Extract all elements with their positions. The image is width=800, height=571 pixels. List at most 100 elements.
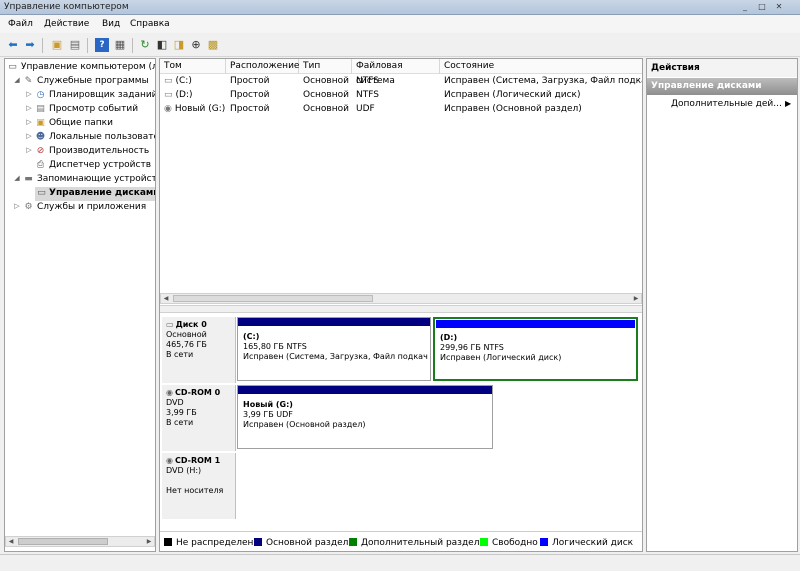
forward-icon[interactable]: ➡ (23, 38, 37, 52)
scroll-right-icon[interactable]: ▶ (631, 294, 641, 303)
up-folder-icon[interactable]: ▣ (50, 38, 64, 52)
disk-row: ◉ CD-ROM 1 DVD (H:) Нет носителя (160, 453, 642, 519)
search-icon[interactable]: ⊕ (189, 38, 203, 52)
volume-label: Новый (G:) (174, 104, 226, 114)
console-tree-icon[interactable]: ▤ (68, 38, 82, 52)
expand-arrow-icon[interactable]: ▷ (25, 146, 33, 154)
scroll-right-icon[interactable]: ▶ (144, 537, 154, 546)
disk-label[interactable]: ▭ Диск 0 Основной 465,76 ГБ В сети (162, 317, 236, 383)
minimize-button[interactable]: _ (738, 1, 752, 12)
column-header-volume[interactable]: Том (160, 59, 226, 74)
toolbar-separator (87, 38, 88, 53)
title-bar: Управление компьютером _ □ ✕ (0, 0, 800, 15)
toolbar: ⬅ ➡ ▣ ▤ ? ▦ ↻ ◧ ◨ ⊕ ▩ (0, 33, 800, 57)
properties-icon[interactable]: ▦ (113, 38, 127, 52)
tree-item-shared-folders[interactable]: ▷ ▣ Общие папки (5, 117, 155, 131)
tree-horizontal-scrollbar[interactable]: ◀ ▶ (5, 536, 155, 547)
performance-icon: ⊘ (36, 146, 45, 156)
tree-label: Локальные пользовате (49, 132, 156, 142)
tree-item-device-manager[interactable]: ⎙ Диспетчер устройств (5, 159, 155, 173)
legend-swatch (349, 538, 357, 546)
partition-selected[interactable]: (D:) 299,96 ГБ NTFS Исправен (Логический… (433, 317, 638, 381)
scroll-thumb[interactable] (18, 538, 108, 545)
column-header-layout[interactable]: Расположение (226, 59, 299, 74)
scroll-thumb[interactable] (173, 295, 373, 302)
disk-settings-icon[interactable]: ▩ (206, 38, 220, 52)
tree-item-local-users[interactable]: ▷ ☻ Локальные пользовате (5, 131, 155, 145)
disk-kind: Основной (166, 330, 207, 339)
expand-arrow-icon[interactable]: ▷ (25, 118, 33, 126)
more-actions-item[interactable]: Дополнительные дей... (671, 97, 789, 111)
partition-name: (C:) (243, 332, 260, 341)
disk-management-pane: Том Расположение Тип Файловая система Со… (159, 58, 643, 552)
table-row[interactable]: ▭ (D:) Простой Основной NTFS Исправен (Ло… (160, 88, 642, 102)
legend-label: Основной раздел (266, 538, 349, 548)
expand-arrow-icon[interactable]: ▷ (25, 90, 33, 98)
legend-item: Не распределен (164, 538, 253, 548)
tree-item-performance[interactable]: ▷ ⊘ Производительность (5, 145, 155, 159)
tree-item-storage[interactable]: ◢ ▬ Запоминающие устройств (5, 173, 155, 187)
table-row[interactable]: ◉ Новый (G:) Простой Основной UDF Исправе… (160, 102, 642, 116)
partition-status: Исправен (Логический диск) (440, 353, 562, 362)
submenu-arrow-icon: ▶ (785, 99, 792, 108)
expand-arrow-icon[interactable]: ▷ (25, 104, 33, 112)
menu-file[interactable]: Файл (8, 19, 33, 29)
tree-item-task-scheduler[interactable]: ▷ ◷ Планировщик заданий (5, 89, 155, 103)
maximize-button[interactable]: □ (755, 1, 769, 12)
disk-label[interactable]: ◉ CD-ROM 0 DVD 3,99 ГБ В сети (162, 385, 236, 451)
close-button[interactable]: ✕ (772, 1, 786, 12)
menu-view[interactable]: Вид (102, 19, 120, 29)
partition[interactable]: (C:) 165,80 ГБ NTFS Исправен (Система, З… (237, 317, 431, 381)
partition-type-bar (436, 320, 635, 328)
volume-label: (C:) (175, 76, 192, 86)
scroll-left-icon[interactable]: ◀ (6, 537, 16, 546)
services-icon: ⚙ (24, 202, 33, 212)
help-icon[interactable]: ? (95, 38, 109, 52)
partition[interactable]: Новый (G:) 3,99 ГБ UDF Исправен (Основно… (237, 385, 493, 449)
disk-name-text: Диск 0 (175, 320, 207, 329)
toolbar-separator (132, 38, 133, 53)
legend-swatch (480, 538, 488, 546)
tree-item-services[interactable]: ▷ ⚙ Службы и приложения (5, 201, 155, 215)
expand-arrow-icon[interactable]: ▷ (25, 132, 33, 140)
partition-status: Исправен (Основной раздел) (243, 420, 366, 429)
collapse-arrow-icon[interactable]: ◢ (13, 76, 21, 84)
actions-section-header[interactable]: Управление дисками (647, 78, 797, 95)
device-manager-icon: ⎙ (36, 160, 45, 170)
volume-list-horizontal-scrollbar[interactable]: ◀ ▶ (160, 293, 642, 304)
partition-info: 3,99 ГБ UDF Исправен (Основной раздел) (243, 410, 365, 430)
disk-status: Нет носителя (166, 486, 224, 495)
column-header-status[interactable]: Состояние (440, 59, 642, 74)
actions-pane: Действия Управление дисками Дополнительн… (646, 58, 798, 552)
volume-filesystem: NTFS (356, 90, 379, 100)
table-row[interactable]: ▭ (C:) Простой Основной NTFS Исправен (Си… (160, 74, 642, 88)
tree-label: Управление дисками (49, 188, 156, 198)
volume-name: ▭ (C:) (160, 74, 226, 88)
tree-item-event-viewer[interactable]: ▷ ▤ Просмотр событий (5, 103, 155, 117)
legend-swatch (540, 538, 548, 546)
partition-type-bar (238, 318, 430, 326)
column-header-filesystem[interactable]: Файловая система (352, 59, 440, 86)
disk-management-icon: ▭ (37, 188, 46, 198)
disk-label[interactable]: ◉ CD-ROM 1 DVD (H:) Нет носителя (162, 453, 236, 519)
tree-root[interactable]: ▭ Управление компьютером (л (5, 61, 155, 75)
window-title: Управление компьютером (4, 2, 129, 12)
collapse-arrow-icon[interactable]: ◢ (13, 174, 21, 182)
open-folder-icon[interactable]: ◨ (172, 38, 186, 52)
back-icon[interactable]: ⬅ (6, 38, 20, 52)
disk-icon: ▭ (166, 320, 174, 329)
refresh-icon[interactable]: ↻ (138, 38, 152, 52)
expand-arrow-icon[interactable]: ▷ (13, 202, 21, 210)
tree-label: Планировщик заданий (49, 90, 156, 100)
pane-splitter[interactable] (160, 305, 642, 313)
actions-title: Действия (647, 59, 797, 77)
column-header-type[interactable]: Тип (299, 59, 352, 74)
folder-icon[interactable]: ◧ (155, 38, 169, 52)
tree-item-system-tools[interactable]: ◢ ✎ Служебные программы (5, 75, 155, 89)
volume-name: ▭ (D:) (160, 88, 226, 102)
menu-help[interactable]: Справка (130, 19, 170, 29)
legend-item: Основной раздел (254, 538, 348, 548)
tree-item-disk-management[interactable]: ▭ Управление дисками (35, 187, 155, 201)
scroll-left-icon[interactable]: ◀ (161, 294, 171, 303)
menu-action[interactable]: Действие (44, 19, 89, 29)
